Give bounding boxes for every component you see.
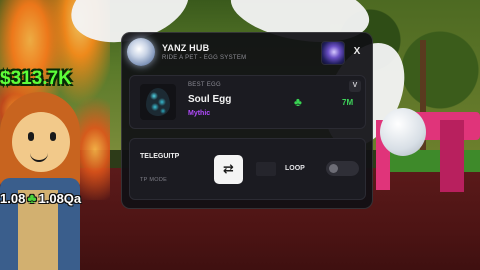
loop-toggle[interactable] — [326, 161, 359, 176]
egg-value: 7M — [342, 98, 354, 107]
avatar-eye — [28, 132, 34, 141]
loop-label: LOOP — [285, 165, 305, 172]
multiplier-left: 1.08 — [0, 190, 26, 206]
best-egg-card[interactable]: BEST EGG Soul Egg Mythic ♣ 7M V — [129, 75, 366, 129]
money-counter: $313.7K — [0, 68, 72, 89]
best-egg-label: BEST EGG — [188, 82, 221, 88]
teleport-card: TELEGUITP TP MODE ⇄ LOOP — [129, 138, 366, 200]
hub-logo-icon — [127, 38, 155, 66]
avatar-eye — [50, 132, 56, 141]
pink-pillar — [440, 120, 464, 192]
hub-title: YANZ HUB — [162, 43, 210, 53]
teleport-title: TELEGUITP — [140, 153, 180, 160]
tp-mode-label: TP MODE — [140, 177, 168, 183]
avatar-face — [12, 112, 70, 172]
egg-name: Soul Egg — [188, 94, 232, 105]
clover-icon: ♣ — [27, 190, 37, 206]
egg-dropdown-button[interactable]: V — [349, 80, 361, 92]
white-orb — [380, 108, 426, 156]
multiplier-display: 1.08 ♣ 1.08Qa — [0, 190, 81, 206]
multiplier-right: 1.08Qa — [38, 190, 82, 206]
clover-icon: ♣ — [294, 95, 302, 109]
hub-subtitle: RIDE A PET - EGG SYSTEM — [162, 55, 247, 61]
egg-rarity: Mythic — [188, 110, 211, 117]
yanz-hub-panel: YANZ HUB RIDE A PET - EGG SYSTEM X BEST … — [121, 32, 373, 209]
soul-egg-icon — [146, 88, 170, 116]
toggle-knob — [329, 164, 338, 173]
swap-icon-button[interactable]: ⇄ — [214, 155, 243, 184]
close-button[interactable]: X — [349, 43, 365, 61]
loop-indicator — [256, 162, 276, 176]
egg-thumbnail — [140, 84, 176, 120]
galaxy-icon-button[interactable] — [321, 41, 345, 65]
